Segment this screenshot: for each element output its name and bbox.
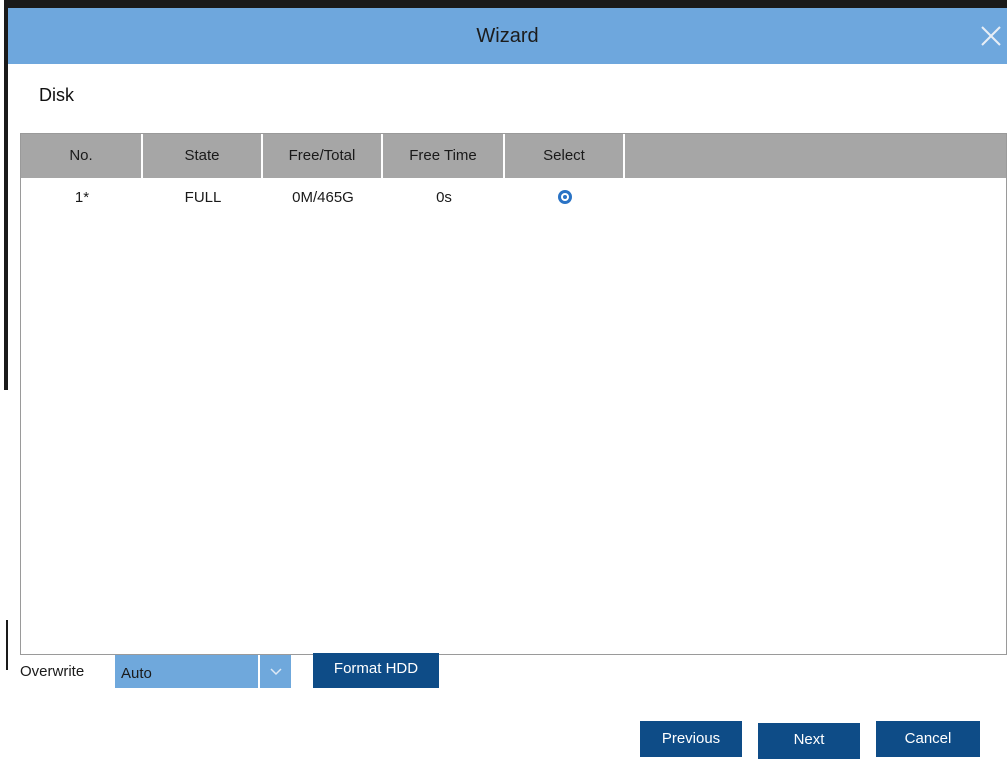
wizard-dialog: Wizard Disk No. State Free/Total Free Ti… [8,8,1007,765]
table-header: No. State Free/Total Free Time Select [21,134,1006,178]
background-edge [0,0,8,765]
column-header-free-total: Free/Total [263,134,383,178]
background-top-strip [8,0,1007,8]
next-button[interactable]: Next [758,723,860,759]
dialog-title: Wizard [476,25,539,47]
radio-selected-icon[interactable] [558,190,572,205]
table-row[interactable]: 1* FULL 0M/465G 0s [21,178,1006,218]
column-header-no: No. [21,134,143,178]
previous-button[interactable]: Previous [640,721,742,757]
cell-free-time: 0s [436,189,452,206]
disk-table: No. State Free/Total Free Time Select 1*… [20,133,1007,655]
overwrite-select[interactable]: Auto [115,655,291,688]
close-button[interactable] [979,24,1003,48]
overwrite-label: Overwrite [20,663,85,680]
column-header-state: State [143,134,263,178]
section-title: Disk [39,85,74,105]
close-icon [981,26,1001,46]
cell-no: 1* [74,189,90,206]
format-hdd-button[interactable]: Format HDD [313,653,439,688]
screen: Wizard Disk No. State Free/Total Free Ti… [0,0,1007,765]
column-header-free-time: Free Time [383,134,505,178]
dialog-titlebar: Wizard [8,8,1007,64]
cell-select [505,178,625,218]
overwrite-select-value: Auto [115,655,258,688]
chevron-down-icon [269,667,282,675]
column-header-select: Select [505,134,625,178]
column-header-empty [625,134,1006,178]
cell-free-total: 0M/465G [292,189,354,206]
cell-state: FULL [184,189,222,206]
dropdown-arrow[interactable] [258,655,291,688]
cancel-button[interactable]: Cancel [876,721,980,757]
